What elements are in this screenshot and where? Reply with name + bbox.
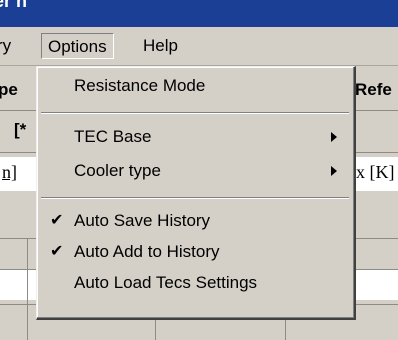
menu-item-auto-load-tecs-settings[interactable]: Auto Load Tecs Settings	[37, 270, 353, 296]
menu-item-label: TEC Base	[74, 127, 152, 146]
column-header-right: Refe	[355, 80, 392, 99]
checkmark-icon: ✔	[50, 243, 64, 260]
menu-options[interactable]: Options	[41, 33, 114, 59]
menu-separator	[41, 197, 349, 199]
checkmark-icon: ✔	[50, 212, 64, 229]
menu-item-resistance-mode[interactable]: Resistance Mode	[37, 73, 353, 99]
menu-item-tec-base[interactable]: TEC Base	[37, 124, 353, 150]
menu-item-label: Cooler type	[74, 161, 161, 180]
menu-item-label: Auto Load Tecs Settings	[74, 273, 258, 292]
menu-item-label: Auto Add to History	[74, 242, 220, 261]
submenu-arrow-icon	[331, 132, 337, 142]
menu-item-label: Resistance Mode	[74, 76, 206, 95]
menu-item-auto-add-to-history[interactable]: ✔ Auto Add to History	[37, 239, 353, 265]
grid-line	[27, 238, 28, 340]
window-title: er n	[0, 0, 28, 11]
unit-label-left: n]	[2, 162, 17, 182]
menu-item-auto-save-history[interactable]: ✔ Auto Save History	[37, 208, 353, 234]
menu-history[interactable]: ry	[0, 33, 11, 59]
unit-label-right: x [K]	[356, 162, 395, 182]
menu-separator	[41, 112, 349, 114]
bracket-label: [*	[14, 120, 27, 139]
menu-help[interactable]: Help	[140, 33, 181, 59]
grid-line	[155, 320, 156, 340]
submenu-arrow-icon	[331, 166, 337, 176]
title-bar: er n	[0, 0, 398, 27]
grid-line	[285, 320, 286, 340]
column-header-left: pe	[0, 80, 18, 99]
menu-bar: ry Options Help	[0, 27, 398, 66]
menu-item-label: Auto Save History	[74, 211, 211, 230]
menu-item-cooler-type[interactable]: Cooler type	[37, 158, 353, 184]
options-dropdown: Resistance Mode TEC Base Cooler type ✔ A…	[36, 66, 356, 320]
